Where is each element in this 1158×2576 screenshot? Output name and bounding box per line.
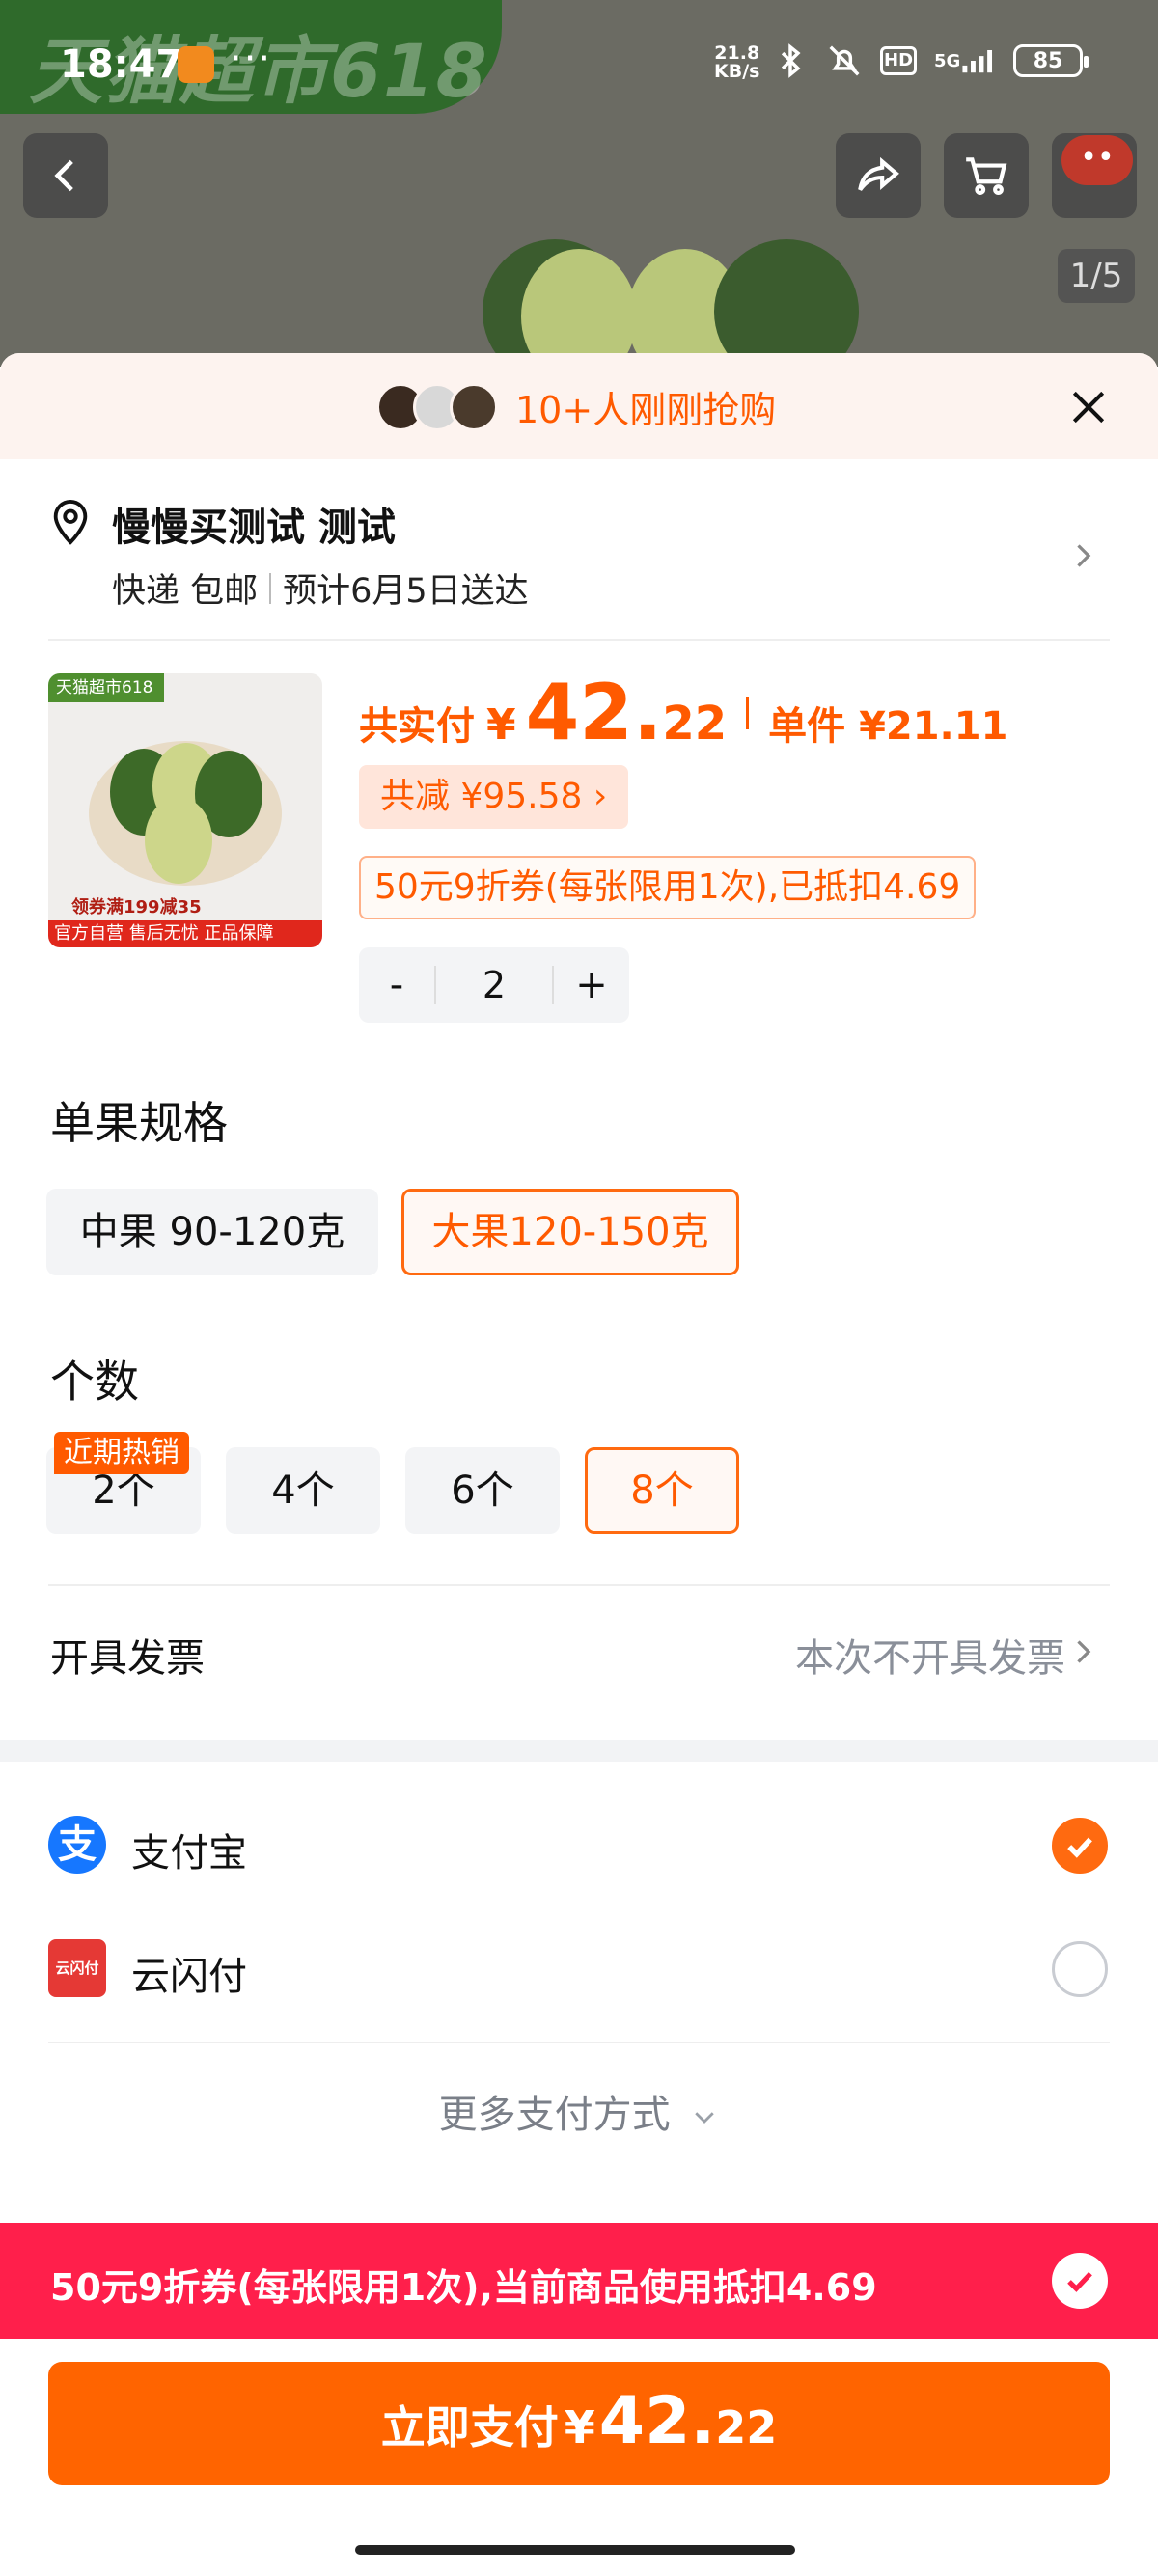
signal-label: 5G xyxy=(934,50,961,71)
product-thumbnail[interactable]: 天猫超市618 领券满199减35 官方自营 售后无忧 正品保障 xyxy=(48,673,322,947)
shipping-method: 快递 包邮 xyxy=(112,572,259,611)
status-icons: HD 5G 85 xyxy=(772,42,1089,79)
price-decimal: 22 xyxy=(662,697,728,751)
total-price: 共实付 ¥ 42. 22 单件 ¥21.11 xyxy=(359,668,1007,757)
recent-buyers-bar: 10+人刚刚抢购 xyxy=(0,353,1158,459)
invoice-value: 本次不开具发票 xyxy=(795,1636,1065,1681)
back-button[interactable] xyxy=(23,133,108,218)
more-notifications-icon: ··· xyxy=(230,37,273,81)
recent-buyers: 10+人刚刚抢购 xyxy=(376,380,776,433)
share-button[interactable] xyxy=(836,133,921,218)
chevron-right-icon xyxy=(1077,544,1091,567)
image-counter: 1/5 xyxy=(1058,249,1135,303)
hot-sale-badge: 近期热销 xyxy=(54,1432,189,1474)
unionpay-icon: 云闪付 xyxy=(48,1939,106,1997)
bluetooth-icon xyxy=(772,42,809,79)
divider xyxy=(48,2042,1110,2043)
recent-buyers-text: 10+人刚刚抢购 xyxy=(515,389,777,431)
thumbnail-brand-tag: 天猫超市618 xyxy=(48,673,164,702)
chevron-down-icon xyxy=(695,2112,715,2124)
thumbnail-avocado xyxy=(145,797,212,884)
thumbnail-footer: 官方自营 售后无忧 正品保障 xyxy=(48,920,322,947)
count-option-8[interactable]: 8个 xyxy=(585,1447,739,1534)
discount-detail-chip[interactable]: 共减 ¥95.58 › xyxy=(359,765,629,829)
count-option-4[interactable]: 4个 xyxy=(226,1447,380,1534)
quantity-stepper: - 2 + xyxy=(359,947,629,1023)
payment-name: 云闪付 xyxy=(131,1955,247,1999)
coupon-bar[interactable]: 50元9折券(每张限用1次),当前商品使用抵扣4.69 xyxy=(0,2223,1158,2339)
section-separator xyxy=(0,1740,1158,1762)
spec-option-medium[interactable]: 中果 90-120克 xyxy=(46,1189,378,1275)
divider xyxy=(269,572,272,604)
decrease-button[interactable]: - xyxy=(359,963,434,1007)
recipient-name: 慢慢买测试 测试 xyxy=(112,506,396,550)
pay-now-button[interactable]: 立即支付 ¥ 42. 22 xyxy=(48,2362,1110,2485)
thumbnail-coupon-text: 领券满199减35 xyxy=(71,897,202,918)
net-speed: 21.8 KB/s xyxy=(714,44,759,81)
count-section-title: 个数 xyxy=(50,1356,139,1408)
divider xyxy=(48,639,1110,641)
alipay-icon: 支 xyxy=(48,1816,106,1874)
close-icon xyxy=(1072,391,1105,424)
more-payment-label: 更多支付方式 xyxy=(438,2093,671,2137)
invoice-label: 开具发票 xyxy=(50,1636,205,1681)
share-icon xyxy=(858,156,899,191)
payment-option-unionpay[interactable]: 云闪付 云闪付 xyxy=(0,1910,1158,2026)
mute-icon xyxy=(826,42,863,79)
checkout-sheet: 10+人刚刚抢购 慢慢买测试 测试 快递 包邮 预计6月5日送达 天猫超市618… xyxy=(0,353,1158,2576)
shipping-address[interactable]: 慢慢买测试 测试 快递 包邮 预计6月5日送达 xyxy=(0,459,1158,633)
delivery-estimate: 预计6月5日送达 xyxy=(283,572,529,611)
app-notification-icon xyxy=(178,46,214,83)
status-bar: 18:47 ··· 21.8 KB/s HD 5G 85 xyxy=(0,0,1158,125)
signal-icon: 5G xyxy=(934,42,996,79)
unit-price: 单件 ¥21.11 xyxy=(768,704,1008,749)
pay-button-decimal: 22 xyxy=(715,2401,778,2453)
increase-button[interactable]: + xyxy=(554,963,629,1007)
coupon-applied-chip: 50元9折券(每张限用1次),已抵扣4.69 xyxy=(359,856,977,919)
payment-option-alipay[interactable]: 支 支付宝 xyxy=(0,1787,1158,1903)
avocado-image-part xyxy=(521,249,637,367)
price-label: 共实付 xyxy=(359,704,475,749)
check-icon xyxy=(1067,2271,1092,2292)
delivery-info: 快递 包邮 预计6月5日送达 xyxy=(112,563,529,613)
status-time: 18:47 xyxy=(60,42,183,87)
cart-button[interactable] xyxy=(944,133,1029,218)
pay-button-integer: 42. xyxy=(598,2383,716,2459)
pay-button-label: 立即支付 xyxy=(380,2401,559,2453)
payment-radio[interactable] xyxy=(1052,1941,1108,1997)
cart-icon xyxy=(966,157,1007,195)
spec-section-title: 单果规格 xyxy=(50,1097,228,1149)
quantity-value[interactable]: 2 xyxy=(434,966,554,1004)
pay-button-currency: ¥ xyxy=(564,2401,595,2453)
price-currency: ¥ xyxy=(486,700,516,750)
avocado-image-part xyxy=(714,239,859,367)
net-speed-unit: KB/s xyxy=(714,61,760,82)
invoice-row[interactable]: 开具发票 本次不开具发票 xyxy=(0,1578,1158,1723)
close-button[interactable] xyxy=(1062,380,1116,434)
payment-name: 支付宝 xyxy=(131,1831,247,1876)
avatar xyxy=(450,382,498,431)
message-badge: •• xyxy=(1062,135,1133,185)
home-indicator[interactable] xyxy=(355,2545,795,2555)
count-option-6[interactable]: 6个 xyxy=(405,1447,560,1534)
payment-radio-selected[interactable] xyxy=(1052,1818,1108,1874)
chevron-right-icon xyxy=(1077,1640,1091,1663)
hd-badge: HD xyxy=(880,46,917,75)
coupon-bar-text: 50元9折券(每张限用1次),当前商品使用抵扣4.69 xyxy=(50,2266,877,2309)
check-icon xyxy=(1067,1837,1092,1858)
battery-icon: 85 xyxy=(1013,44,1089,77)
location-pin-icon xyxy=(53,500,88,545)
divider xyxy=(746,696,750,729)
more-payment-methods[interactable]: 更多支付方式 xyxy=(0,2067,1158,2163)
coupon-check-toggle[interactable] xyxy=(1052,2253,1108,2309)
spec-option-large[interactable]: 大果120-150克 xyxy=(401,1189,739,1275)
chevron-left-icon xyxy=(54,159,73,192)
price-integer: 42. xyxy=(525,668,663,757)
